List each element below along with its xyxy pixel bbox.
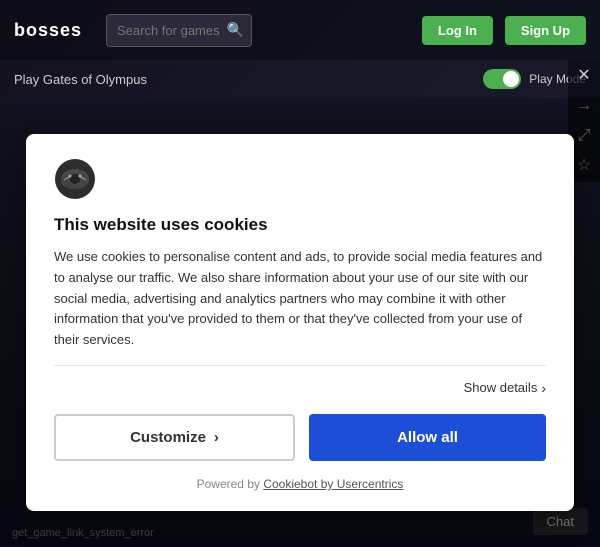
- customize-button[interactable]: Customize ›: [54, 414, 295, 461]
- show-details-link[interactable]: Show details ›: [464, 380, 546, 396]
- search-bar: 🔍: [106, 14, 252, 47]
- cookie-modal: This website uses cookies We use cookies…: [26, 134, 574, 511]
- footer-cookiebot-link[interactable]: Cookiebot by Usercentrics: [263, 477, 403, 491]
- header: bosses 🔍 Log In Sign Up: [0, 0, 600, 60]
- cookie-divider: [54, 365, 546, 366]
- cookie-body: We use cookies to personalise content an…: [54, 247, 546, 351]
- sub-header: Play Gates of Olympus Play Mode: [0, 60, 600, 98]
- cookiebot-logo-icon: [54, 158, 96, 200]
- login-button[interactable]: Log In: [422, 16, 493, 45]
- cookie-show-details: Show details ›: [54, 380, 546, 396]
- allow-all-button[interactable]: Allow all: [309, 414, 546, 461]
- show-details-arrow-icon: ›: [541, 380, 546, 396]
- cookie-logo: [54, 158, 546, 205]
- show-details-label: Show details: [464, 380, 538, 395]
- customize-label: Customize: [130, 429, 206, 446]
- cookie-footer: Powered by Cookiebot by Usercentrics: [54, 477, 546, 491]
- logo-text: bosses: [14, 20, 82, 41]
- signup-button[interactable]: Sign Up: [505, 16, 586, 45]
- cookie-title: This website uses cookies: [54, 215, 546, 235]
- customize-arrow-icon: ›: [214, 429, 219, 446]
- cookie-modal-overlay: This website uses cookies We use cookies…: [0, 98, 600, 547]
- close-icon[interactable]: ✕: [577, 68, 590, 84]
- play-link[interactable]: Play Gates of Olympus: [14, 72, 147, 87]
- play-mode-toggle[interactable]: [483, 69, 521, 89]
- logo: bosses: [14, 20, 94, 41]
- footer-powered-text: Powered by: [197, 477, 260, 491]
- search-icon: 🔍: [227, 22, 244, 39]
- cookie-actions: Customize › Allow all: [54, 414, 546, 461]
